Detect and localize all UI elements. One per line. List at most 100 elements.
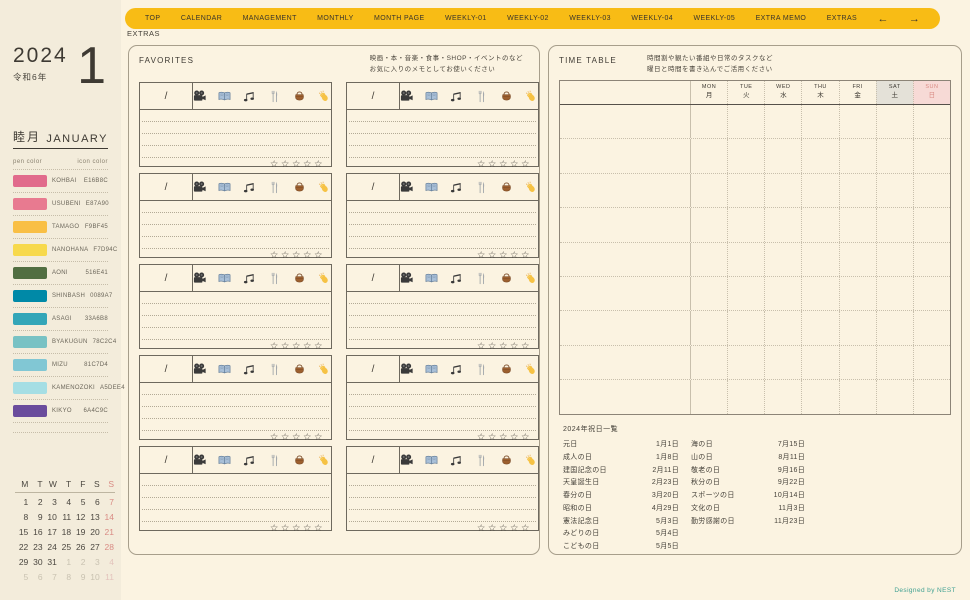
timetable-label-cell[interactable] [560,346,690,379]
fork-knife-icon[interactable] [475,454,488,467]
date-slash-cell[interactable]: / [347,83,400,109]
date-slash-cell[interactable]: / [140,447,193,473]
timetable-label-cell[interactable] [560,277,690,310]
star-rating[interactable]: ☆☆☆☆☆ [140,431,331,445]
clapping-hands-icon[interactable] [318,363,331,376]
movie-camera-icon[interactable] [193,363,206,376]
star-rating[interactable]: ☆☆☆☆☆ [347,249,538,263]
calendar-day[interactable]: 5 [15,568,29,583]
movie-camera-icon[interactable] [400,181,413,194]
timetable-cell[interactable] [764,174,801,207]
open-book-icon[interactable] [425,90,438,103]
calendar-day[interactable]: 28 [101,538,115,553]
timetable-cell[interactable] [764,105,801,138]
handbag-icon[interactable] [500,272,513,285]
memo-lines[interactable] [347,383,538,431]
memo-lines[interactable] [347,110,538,158]
timetable-cell[interactable] [727,277,764,310]
favorites-card[interactable]: / ☆☆☆☆☆ [139,446,332,531]
calendar-day[interactable]: 9 [72,568,86,583]
timetable-cell[interactable] [913,311,950,344]
open-book-icon[interactable] [218,272,231,285]
open-book-icon[interactable] [425,272,438,285]
memo-line[interactable] [142,328,329,340]
timetable-cell[interactable] [690,174,727,207]
fork-knife-icon[interactable] [268,181,281,194]
calendar-day[interactable]: 24 [44,538,58,553]
calendar-day[interactable]: 8 [15,508,29,523]
handbag-icon[interactable] [500,90,513,103]
timetable-cell[interactable] [876,277,913,310]
nav-tab-weekly-02[interactable]: WEEKLY-02 [507,15,549,22]
calendar-day[interactable]: 29 [15,553,29,568]
clapping-hands-icon[interactable] [525,90,538,103]
date-slash-cell[interactable]: / [347,174,400,200]
open-book-icon[interactable] [425,454,438,467]
star-rating[interactable]: ☆☆☆☆☆ [347,340,538,354]
memo-line[interactable] [142,316,329,328]
nav-tab-extra-memo[interactable]: EXTRA MEMO [756,15,807,22]
music-notes-icon[interactable] [450,454,463,467]
timetable-cell[interactable] [876,139,913,172]
timetable-cell[interactable] [839,208,876,241]
timetable-cell[interactable] [690,311,727,344]
timetable-cell[interactable] [801,208,838,241]
date-slash-cell[interactable]: / [347,447,400,473]
timetable-cell[interactable] [839,311,876,344]
timetable-cell[interactable] [690,105,727,138]
memo-line[interactable] [142,419,329,431]
calendar-day[interactable]: 4 [58,493,72,508]
timetable-cell[interactable] [913,277,950,310]
favorites-card[interactable]: / ☆☆☆☆☆ [139,264,332,349]
memo-line[interactable] [142,304,329,316]
music-notes-icon[interactable] [243,272,256,285]
memo-lines[interactable] [347,201,538,249]
calendar-day[interactable]: 12 [72,508,86,523]
star-rating[interactable]: ☆☆☆☆☆ [347,431,538,445]
timetable-label-cell[interactable] [560,311,690,344]
timetable-cell[interactable] [764,346,801,379]
star-rating[interactable]: ☆☆☆☆☆ [140,522,331,536]
timetable-cell[interactable] [727,346,764,379]
music-notes-icon[interactable] [450,181,463,194]
timetable-cell[interactable] [727,243,764,276]
handbag-icon[interactable] [293,90,306,103]
memo-line[interactable] [349,510,536,522]
timetable-cell[interactable] [839,243,876,276]
calendar-day[interactable]: 3 [44,493,58,508]
calendar-day[interactable]: 22 [15,538,29,553]
memo-line[interactable] [142,122,329,134]
open-book-icon[interactable] [218,181,231,194]
fork-knife-icon[interactable] [268,454,281,467]
timetable-cell[interactable] [801,139,838,172]
calendar-day[interactable]: 20 [86,523,100,538]
memo-line[interactable] [142,213,329,225]
open-book-icon[interactable] [218,363,231,376]
timetable-cell[interactable] [839,174,876,207]
date-slash-cell[interactable]: / [140,83,193,109]
nav-tab-month-page[interactable]: MONTH PAGE [374,15,425,22]
timetable-cell[interactable] [727,311,764,344]
timetable-cell[interactable] [727,139,764,172]
timetable-row[interactable] [560,105,950,139]
date-slash-cell[interactable]: / [140,174,193,200]
timetable-cell[interactable] [913,346,950,379]
timetable-cell[interactable] [913,105,950,138]
memo-line[interactable] [142,146,329,158]
calendar-day[interactable]: 11 [101,568,115,583]
music-notes-icon[interactable] [450,272,463,285]
timetable-label-cell[interactable] [560,139,690,172]
memo-line[interactable] [349,383,536,395]
memo-line[interactable] [142,407,329,419]
nav-tab-weekly-03[interactable]: WEEKLY-03 [569,15,611,22]
calendar-day[interactable]: 30 [29,553,43,568]
timetable-cell[interactable] [690,346,727,379]
timetable-cell[interactable] [764,243,801,276]
memo-line[interactable] [349,328,536,340]
memo-line[interactable] [142,225,329,237]
calendar-day[interactable]: 13 [86,508,100,523]
nav-tab-monthly[interactable]: MONTHLY [317,15,354,22]
calendar-day[interactable]: 7 [44,568,58,583]
movie-camera-icon[interactable] [193,181,206,194]
timetable-cell[interactable] [690,139,727,172]
